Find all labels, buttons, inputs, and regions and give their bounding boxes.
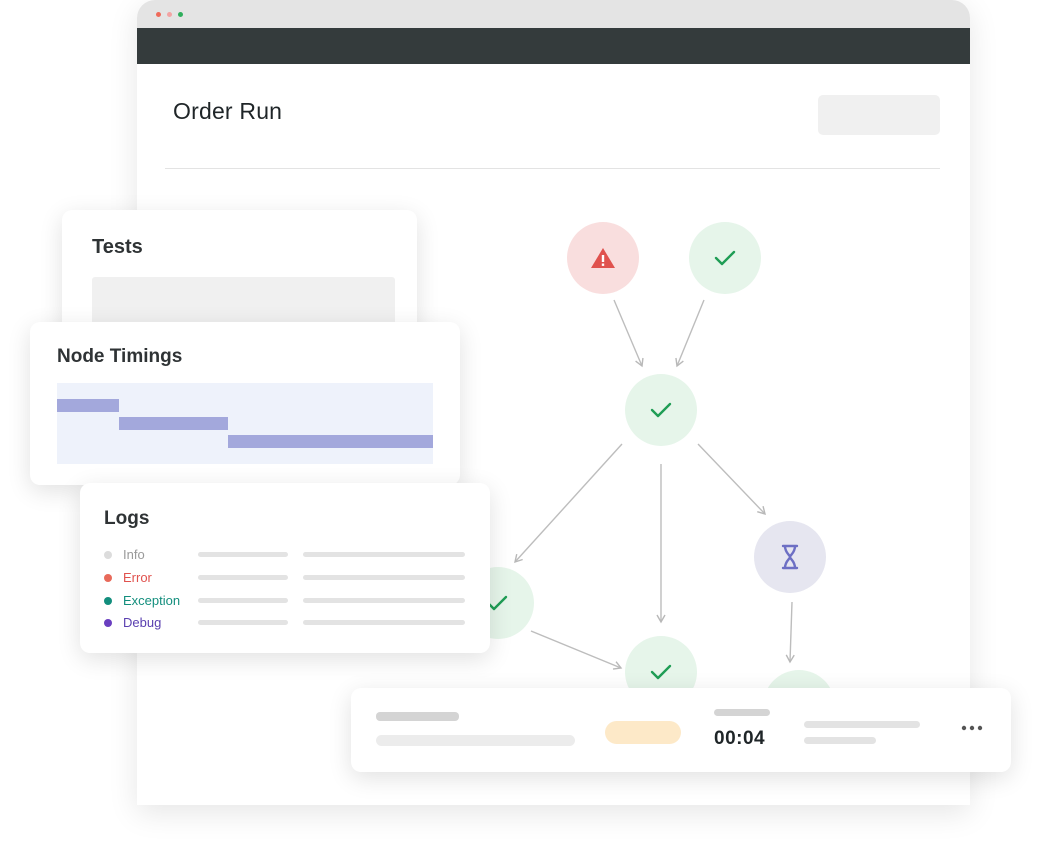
log-placeholder (198, 552, 288, 557)
success-node[interactable] (689, 222, 761, 294)
warning-icon (591, 248, 615, 268)
log-placeholder (198, 598, 288, 603)
timing-chart (57, 383, 433, 464)
duration-label-placeholder (714, 709, 770, 716)
log-row-error[interactable]: Error (104, 570, 484, 585)
info-dot (104, 551, 112, 559)
maximize-dot[interactable] (178, 12, 183, 17)
timing-bar (228, 435, 433, 448)
exception-dot (104, 597, 112, 605)
logs-card: Logs Info Error Exception Debug (80, 483, 490, 653)
check-icon (650, 402, 672, 418)
debug-dot (104, 619, 112, 627)
node-timings-card: Node Timings (30, 322, 460, 485)
log-level-label: Info (123, 547, 145, 562)
more-horizontal-icon[interactable] (961, 720, 983, 736)
app-header-bar (137, 28, 970, 64)
log-row-info[interactable]: Info (104, 547, 484, 562)
meta-placeholder (804, 737, 876, 744)
log-row-debug[interactable]: Debug (104, 615, 484, 630)
run-summary-bar[interactable]: 00:04 (351, 688, 1011, 772)
logs-title: Logs (104, 508, 150, 529)
log-level-label: Error (123, 570, 152, 585)
log-level-label: Exception (123, 593, 181, 608)
log-placeholder (198, 620, 288, 625)
status-badge (605, 721, 681, 744)
hourglass-icon (781, 544, 799, 570)
run-duration: 00:04 (714, 728, 766, 749)
header-action-button[interactable] (818, 95, 940, 135)
log-placeholder (303, 620, 465, 625)
log-level-label: Debug (123, 615, 162, 630)
run-detail-placeholder (376, 735, 575, 746)
check-icon (650, 664, 672, 680)
window-titlebar (137, 0, 970, 28)
warning-node[interactable] (567, 222, 639, 294)
timing-bar (57, 399, 120, 412)
meta-placeholder (804, 721, 920, 728)
node-timings-title: Node Timings (57, 346, 183, 367)
timing-bar (119, 417, 229, 430)
success-node[interactable] (625, 374, 697, 446)
log-placeholder (303, 575, 465, 580)
pending-node[interactable] (754, 521, 826, 593)
tests-title: Tests (92, 236, 143, 258)
run-name-placeholder (376, 712, 459, 721)
minimize-dot[interactable] (167, 12, 172, 17)
log-placeholder (198, 575, 288, 580)
log-placeholder (303, 598, 465, 603)
header-divider (165, 168, 940, 169)
close-dot[interactable] (156, 12, 161, 17)
log-row-exception[interactable]: Exception (104, 593, 484, 608)
error-dot (104, 574, 112, 582)
check-icon (714, 250, 736, 266)
log-placeholder (303, 552, 465, 557)
page-title: Order Run (173, 98, 283, 124)
